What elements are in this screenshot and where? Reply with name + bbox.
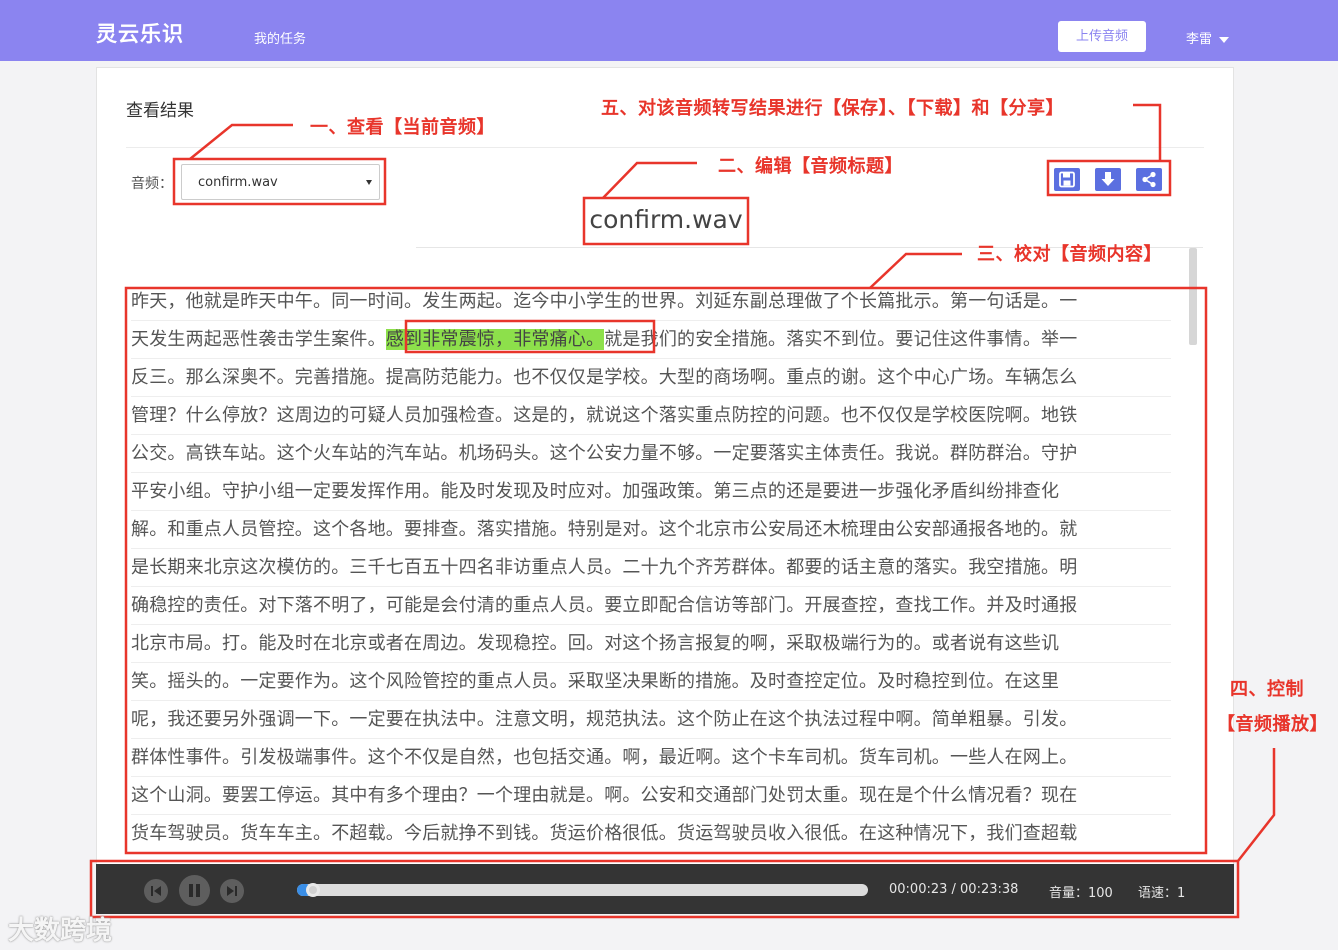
watermark-logo: 大数跨境: [8, 916, 113, 946]
annotation-control-line1: 四、控制: [1230, 679, 1304, 700]
annotation-save-download-share: 五、对该音频转写结果进行【保存】、【下载】和【分享】: [601, 98, 1064, 119]
annotation-edit-title: 二、编辑【音频标题】: [718, 156, 903, 177]
annotation-lines: [89, 103, 1276, 919]
annotation-control-line2: 【音频播放】: [1217, 714, 1328, 735]
annotation-view-audio: 一、查看【当前音频】: [310, 117, 495, 138]
annotation-proofread: 三、校对【音频内容】: [977, 244, 1162, 265]
app-root: 灵云乐识 我的任务 上传音频 李雷 查看结果 音频： confirm.wav c…: [0, 0, 1338, 950]
